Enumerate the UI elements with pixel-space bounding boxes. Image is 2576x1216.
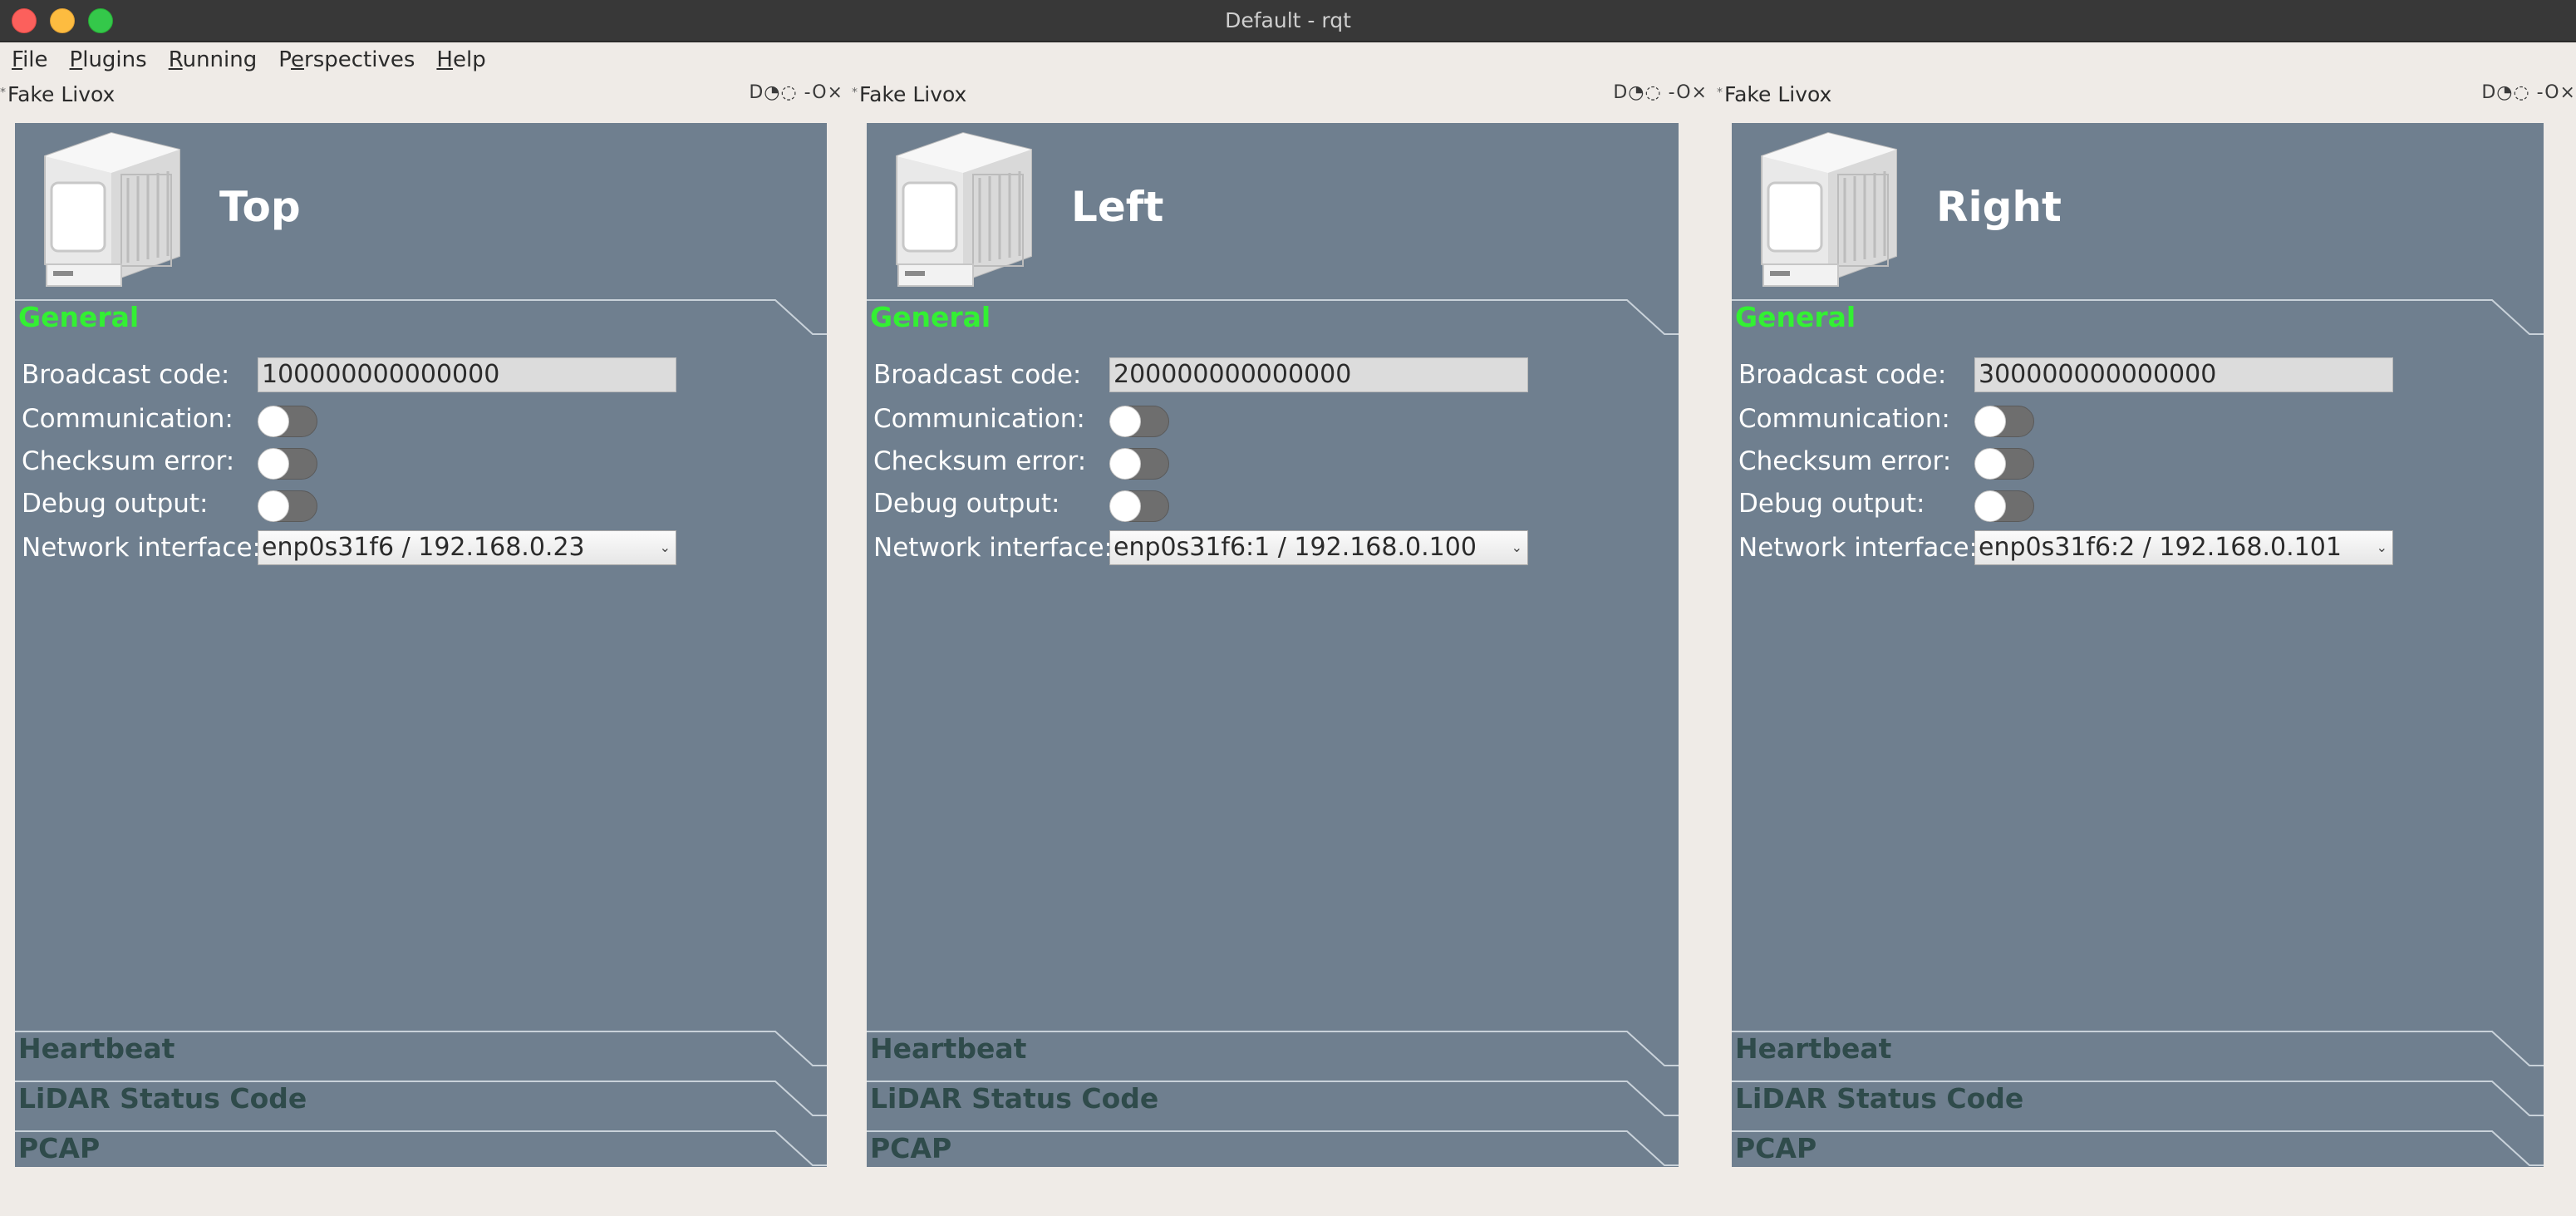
- section-pcap-label: PCAP: [1735, 1132, 1817, 1164]
- broadcast-code-field: 200000000000000: [1109, 357, 1528, 392]
- dock-title: Fake Livox: [852, 82, 966, 106]
- broadcast-code-label: Broadcast code:: [22, 360, 230, 390]
- section-general-header[interactable]: General: [15, 299, 827, 347]
- section-heartbeat-label: Heartbeat: [18, 1032, 175, 1065]
- checksum-error-toggle[interactable]: [1109, 448, 1169, 480]
- network-interface-label: Network interface:: [873, 533, 1113, 563]
- toggle-knob: [258, 448, 289, 480]
- section-header-line: [15, 1130, 827, 1166]
- chevron-down-icon: ⌄: [2376, 539, 2387, 555]
- menu-plugins[interactable]: Plugins: [70, 47, 147, 72]
- section-header-line: [867, 1130, 1679, 1166]
- section-lidar-status-header[interactable]: LiDAR Status Code: [1732, 1081, 2544, 1129]
- checksum-error-toggle[interactable]: [258, 448, 317, 480]
- broadcast-code-field: 100000000000000: [258, 357, 676, 392]
- section-heartbeat-label: Heartbeat: [870, 1032, 1027, 1065]
- menu-running[interactable]: Running: [169, 47, 258, 72]
- communication-toggle[interactable]: [258, 406, 317, 437]
- livox-device-image: [896, 131, 1032, 287]
- panel-title: Right: [1936, 183, 2062, 231]
- checksum-error-label: Checksum error:: [873, 446, 1087, 476]
- dock-control-buttons[interactable]: D◔◌ -O×: [1613, 82, 1708, 103]
- section-general-label: General: [1735, 301, 1856, 333]
- network-interface-label: Network interface:: [22, 533, 261, 563]
- dock-control-buttons[interactable]: D◔◌ -O×: [2481, 82, 2576, 103]
- menu-file[interactable]: File: [12, 47, 48, 72]
- menu-help[interactable]: Help: [436, 47, 485, 72]
- livox-device-image: [44, 131, 180, 287]
- section-pcap-label: PCAP: [18, 1132, 101, 1164]
- toggle-knob: [1109, 448, 1141, 480]
- toggle-knob: [258, 490, 289, 522]
- checksum-error-label: Checksum error:: [1738, 446, 1952, 476]
- debug-output-label: Debug output:: [1738, 489, 1925, 519]
- dock-title: Fake Livox: [1717, 82, 1831, 106]
- debug-output-toggle[interactable]: [258, 490, 317, 522]
- section-header-line: [1732, 1130, 2544, 1166]
- section-pcap-header[interactable]: PCAP: [15, 1130, 827, 1167]
- network-interface-select[interactable]: enp0s31f6:2 / 192.168.0.101 ⌄: [1974, 530, 2393, 565]
- dock-header[interactable]: Fake Livox D◔◌ -O×: [0, 79, 843, 107]
- dock-header[interactable]: Fake Livox D◔◌ -O×: [1717, 79, 2576, 107]
- section-general-label: General: [870, 301, 991, 333]
- section-pcap-label: PCAP: [870, 1132, 952, 1164]
- section-lidar-status-label: LiDAR Status Code: [1735, 1082, 2024, 1115]
- section-heartbeat-label: Heartbeat: [1735, 1032, 1892, 1065]
- section-lidar-status-label: LiDAR Status Code: [18, 1082, 307, 1115]
- network-interface-value: enp0s31f6 / 192.168.0.23: [262, 533, 585, 562]
- dock-control-buttons[interactable]: D◔◌ -O×: [749, 82, 843, 103]
- panel-title: Top: [219, 183, 301, 231]
- network-interface-label: Network interface:: [1738, 533, 1978, 563]
- section-general-label: General: [18, 301, 140, 333]
- debug-output-toggle[interactable]: [1974, 490, 2034, 522]
- broadcast-code-field: 300000000000000: [1974, 357, 2393, 392]
- network-interface-select[interactable]: enp0s31f6 / 192.168.0.23 ⌄: [258, 530, 676, 565]
- toggle-knob: [258, 406, 289, 437]
- toggle-knob: [1109, 490, 1141, 522]
- section-lidar-status-header[interactable]: LiDAR Status Code: [867, 1081, 1679, 1129]
- livox-device-image: [1761, 131, 1897, 287]
- livox-panel: Left General Broadcast code: 20000000000…: [867, 123, 1679, 1167]
- toggle-knob: [1109, 406, 1141, 437]
- dock-title: Fake Livox: [0, 82, 115, 106]
- section-heartbeat-header[interactable]: Heartbeat: [15, 1031, 827, 1079]
- communication-label: Communication:: [1738, 404, 1950, 434]
- section-pcap-header[interactable]: PCAP: [867, 1130, 1679, 1167]
- communication-toggle[interactable]: [1974, 406, 2034, 437]
- section-lidar-status-label: LiDAR Status Code: [870, 1082, 1159, 1115]
- broadcast-code-label: Broadcast code:: [1738, 360, 1947, 390]
- chevron-down-icon: ⌄: [1511, 539, 1522, 555]
- network-interface-value: enp0s31f6:1 / 192.168.0.100: [1113, 533, 1477, 562]
- communication-label: Communication:: [873, 404, 1085, 434]
- toggle-knob: [1974, 448, 2006, 480]
- checksum-error-toggle[interactable]: [1974, 448, 2034, 480]
- panel-title: Left: [1071, 183, 1164, 231]
- debug-output-toggle[interactable]: [1109, 490, 1169, 522]
- toggle-knob: [1974, 490, 2006, 522]
- menu-perspectives[interactable]: Perspectives: [278, 47, 415, 72]
- section-lidar-status-header[interactable]: LiDAR Status Code: [15, 1081, 827, 1129]
- network-interface-select[interactable]: enp0s31f6:1 / 192.168.0.100 ⌄: [1109, 530, 1528, 565]
- section-general-header[interactable]: General: [1732, 299, 2544, 347]
- dock-header[interactable]: Fake Livox D◔◌ -O×: [852, 79, 1708, 107]
- network-interface-value: enp0s31f6:2 / 192.168.0.101: [1979, 533, 2342, 562]
- checksum-error-label: Checksum error:: [22, 446, 235, 476]
- window-title: Default - rqt: [1225, 8, 1351, 32]
- section-heartbeat-header[interactable]: Heartbeat: [867, 1031, 1679, 1079]
- debug-output-label: Debug output:: [873, 489, 1060, 519]
- communication-label: Communication:: [22, 404, 234, 434]
- livox-panel: Top General Broadcast code: 100000000000…: [15, 123, 827, 1167]
- menubar: File Plugins Running Perspectives Help: [0, 42, 2576, 77]
- livox-panel: Right General Broadcast code: 3000000000…: [1732, 123, 2544, 1167]
- communication-toggle[interactable]: [1109, 406, 1169, 437]
- section-pcap-header[interactable]: PCAP: [1732, 1130, 2544, 1167]
- broadcast-code-label: Broadcast code:: [873, 360, 1082, 390]
- chevron-down-icon: ⌄: [659, 539, 671, 555]
- section-general-header[interactable]: General: [867, 299, 1679, 347]
- toggle-knob: [1974, 406, 2006, 437]
- debug-output-label: Debug output:: [22, 489, 209, 519]
- window-titlebar: Default - rqt: [0, 0, 2576, 42]
- section-heartbeat-header[interactable]: Heartbeat: [1732, 1031, 2544, 1079]
